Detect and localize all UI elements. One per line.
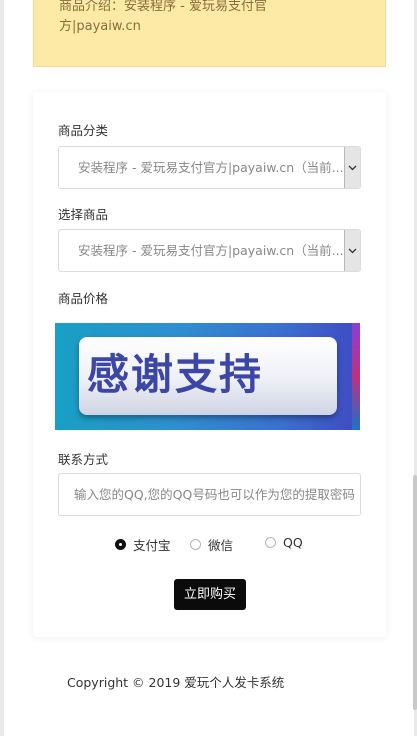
page: 商品介绍：安装程序 - 爱玩易支付官 方|payaiw.cn 商品分类 安装程序… bbox=[0, 0, 417, 736]
contact-label: 联系方式 bbox=[58, 452, 109, 467]
footer-copyright: Copyright © 2019 爱玩个人发卡系统 bbox=[67, 675, 285, 690]
price-label: 商品价格 bbox=[58, 291, 109, 306]
radio-icon[interactable] bbox=[190, 539, 201, 550]
product-select-value: 安装程序 - 爱玩易支付官方|payaiw.cn（当前... bbox=[78, 243, 344, 258]
category-label: 商品分类 bbox=[58, 123, 109, 138]
chevron-down-icon[interactable] bbox=[344, 147, 360, 188]
buy-now-button[interactable]: 立即购买 bbox=[174, 579, 246, 610]
category-select-value: 安装程序 - 爱玩易支付官方|payaiw.cn（当前... bbox=[78, 160, 344, 175]
left-edge bbox=[0, 0, 4, 736]
product-intro-notice: 商品介绍：安装程序 - 爱玩易支付官 方|payaiw.cn bbox=[33, 0, 386, 67]
thanks-banner-image: 感谢支持 bbox=[55, 323, 360, 430]
contact-input[interactable] bbox=[58, 473, 361, 516]
payment-option-qq[interactable]: QQ bbox=[265, 535, 303, 550]
product-label: 选择商品 bbox=[58, 207, 109, 222]
payment-option-alipay[interactable]: 支付宝 bbox=[115, 535, 171, 554]
chevron-down-icon[interactable] bbox=[344, 230, 360, 271]
banner-strip bbox=[352, 323, 360, 430]
banner-text: 感谢支持 bbox=[87, 350, 264, 399]
scrollbar-thumb[interactable] bbox=[413, 475, 417, 710]
radio-icon[interactable] bbox=[265, 537, 276, 548]
notice-line-1: 商品介绍：安装程序 - 爱玩易支付官 bbox=[59, 0, 267, 14]
category-select[interactable]: 安装程序 - 爱玩易支付官方|payaiw.cn（当前... bbox=[58, 146, 361, 189]
payment-option-label: 支付宝 bbox=[133, 538, 171, 553]
product-select[interactable]: 安装程序 - 爱玩易支付官方|payaiw.cn（当前... bbox=[58, 229, 361, 272]
notice-line-2: 方|payaiw.cn bbox=[59, 19, 141, 34]
payment-option-label: QQ bbox=[283, 535, 303, 550]
radio-icon[interactable] bbox=[115, 539, 126, 550]
payment-option-label: 微信 bbox=[208, 538, 234, 553]
payment-option-wechat[interactable]: 微信 bbox=[190, 535, 233, 554]
